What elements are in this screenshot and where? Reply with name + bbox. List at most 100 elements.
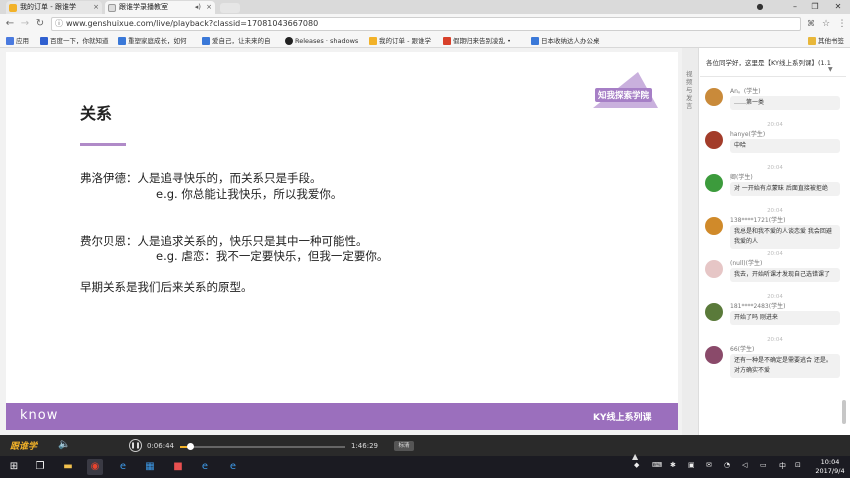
chat-sender-name: (null)(学生) [730, 260, 763, 267]
maximize-button[interactable]: ❐ [805, 0, 825, 14]
baidu-icon [40, 37, 48, 45]
bookmark-page-icon [443, 37, 451, 45]
genshuixue-icon [369, 37, 377, 45]
browser-tab-playback[interactable]: 跟谁学录播教室 ◂) × [105, 1, 215, 14]
chat-sender-name: 66(学生) [730, 346, 755, 353]
bookmark-star-icon[interactable]: ☆ [820, 17, 832, 31]
chat-sender-name: 138****1721(学生) [730, 217, 786, 224]
bookmark-holiday[interactable]: 假期归来告别凌乱 • [443, 35, 529, 47]
bookmark-page-icon [202, 37, 210, 45]
bookmark-family[interactable]: 重塑家庭成长，如何 [118, 35, 196, 47]
bookmark-releases[interactable]: Releases · shadows [285, 35, 363, 47]
slide-line-summary: 早期关系是我们后来关系的原型。 [80, 280, 253, 294]
bookmark-japan[interactable]: 日本收纳达人办公桌 [531, 35, 611, 47]
slide-title: 关系 [80, 104, 113, 123]
bluetooth-tray-icon[interactable]: ✱ [670, 461, 676, 469]
task-view-icon[interactable]: ❐ [32, 459, 48, 475]
reload-button[interactable]: ↻ [34, 17, 46, 31]
chat-avatar [705, 303, 723, 321]
chat-message-bubble: 开始了吗 刚进来 [730, 311, 840, 325]
forward-button[interactable]: → [19, 17, 31, 31]
volume-icon[interactable]: 🔈 [58, 439, 70, 450]
close-tab-icon[interactable]: × [206, 1, 212, 14]
chat-sender-name: 卿(学生) [730, 174, 753, 181]
bookmark-page-icon [118, 37, 126, 45]
chrome-icon[interactable]: ◉ [87, 459, 103, 475]
app-tray-icon[interactable]: ▣ [688, 461, 695, 469]
chat-timestamp: 20:04 [767, 251, 783, 257]
browser-tab-orders[interactable]: 我的订单 - 跟谁学 × [6, 1, 102, 14]
current-time: 0:06:44 [147, 442, 174, 450]
apps-icon [6, 37, 14, 45]
progress-track[interactable] [180, 446, 345, 448]
pause-button[interactable]: ❚❚ [129, 439, 142, 452]
side-tab-video-chat[interactable]: 视频与发言 [686, 70, 694, 110]
bookmark-apps[interactable]: 应用 [6, 35, 29, 47]
chat-sender-name: An。(学生) [730, 88, 761, 95]
chat-timestamp: 20:04 [767, 337, 783, 343]
chat-timestamp: 20:04 [767, 294, 783, 300]
volume-tray-icon[interactable]: ◁ [742, 461, 747, 469]
folder-icon [808, 37, 816, 45]
chat-message-bubble: 还有一种是不确定是需要逃合 还是。对方确实不爱 [730, 354, 840, 378]
url-text: www.genshuixue.com/live/playback?classid… [66, 19, 319, 28]
url-input[interactable]: ⓘ www.genshuixue.com/live/playback?class… [51, 17, 801, 31]
wifi-tray-icon[interactable]: ◔ [724, 461, 730, 469]
footer-brand: know [20, 408, 59, 423]
back-button[interactable]: ← [4, 17, 16, 31]
clock-time: 10:04 [820, 458, 840, 466]
tab-title: 我的订单 - 跟谁学 [20, 3, 76, 11]
audio-icon[interactable]: ◂) [195, 1, 201, 14]
close-tab-icon[interactable]: × [93, 1, 99, 14]
translate-icon[interactable]: ⌘ [805, 17, 817, 31]
page-favicon-icon [108, 4, 116, 12]
chat-avatar [705, 88, 723, 106]
github-icon [285, 37, 293, 45]
keyboard-tray-icon[interactable]: ⌨ [652, 461, 662, 469]
close-window-button[interactable]: ✕ [828, 0, 848, 14]
minimize-button[interactable]: – [785, 0, 805, 14]
slide-footer [6, 403, 678, 430]
bookmark-love[interactable]: 爱自己，让未来的自 [202, 35, 280, 47]
network-tray-icon[interactable]: ✉ [706, 461, 712, 469]
chat-message-bubble: ……第一类 [730, 96, 840, 110]
app-icon[interactable]: ■ [170, 459, 186, 475]
clock-date: 2017/9/4 [815, 467, 845, 475]
page-info-icon[interactable]: ⓘ [55, 18, 63, 30]
file-explorer-icon[interactable]: ▬ [60, 459, 76, 475]
ie-icon[interactable]: e [115, 459, 131, 475]
chat-avatar [705, 260, 723, 278]
quality-button[interactable]: 标清 [394, 441, 414, 451]
chat-message-bubble: 对 一开始有点蒙昧 后面直接被拒绝 [730, 182, 840, 196]
new-tab-button[interactable] [220, 3, 240, 13]
other-bookmarks[interactable]: 其他书签 [808, 35, 844, 47]
chat-divider [700, 76, 846, 77]
bookmark-orders[interactable]: 我的订单 - 跟谁学 [369, 35, 441, 47]
store-icon[interactable]: ▦ [142, 459, 158, 475]
chat-message-bubble: 中哈 [730, 139, 840, 153]
security-tray-icon[interactable]: ◆ [634, 461, 639, 469]
ime-mode-icon[interactable]: ⊡ [795, 461, 801, 469]
footer-course: KY线上系列课 [593, 413, 652, 423]
chevron-down-icon[interactable]: ▼ [828, 66, 833, 73]
chat-avatar [705, 346, 723, 364]
profile-icon[interactable]: ● [750, 0, 770, 14]
ie-2-icon[interactable]: e [225, 459, 241, 475]
slide-line-fairbairn: 费尔贝恩：人是追求关系的，快乐只是其中一种可能性。 [80, 234, 368, 248]
slide-logo: 知我探索学院 [595, 88, 653, 102]
slide-line-fairbairn-example: e.g. 虐恋：我不一定要快乐，但我一定要你。 [156, 249, 389, 263]
chat-message-bubble: 我去，开始听课才发现自己选错课了 [730, 268, 840, 282]
total-time: 1:46:29 [351, 442, 378, 450]
title-underline [80, 143, 126, 146]
slide-line-freud-example: e.g. 你总能让我快乐，所以我爱你。 [156, 187, 343, 201]
chat-avatar [705, 174, 723, 192]
bookmark-baidu[interactable]: 百度一下，你就知道 [40, 35, 112, 47]
system-clock[interactable]: 10:04 2017/9/4 [812, 458, 848, 476]
menu-icon[interactable]: ⋮ [836, 17, 848, 31]
edge-icon[interactable]: e [197, 459, 213, 475]
display-tray-icon[interactable]: ▭ [760, 461, 767, 469]
ime-indicator[interactable]: 中 [779, 461, 786, 471]
chat-sender-name: hanye(学生) [730, 131, 766, 138]
windows-start-icon[interactable]: ⊞ [6, 459, 22, 475]
chat-scrollbar[interactable] [842, 400, 846, 424]
